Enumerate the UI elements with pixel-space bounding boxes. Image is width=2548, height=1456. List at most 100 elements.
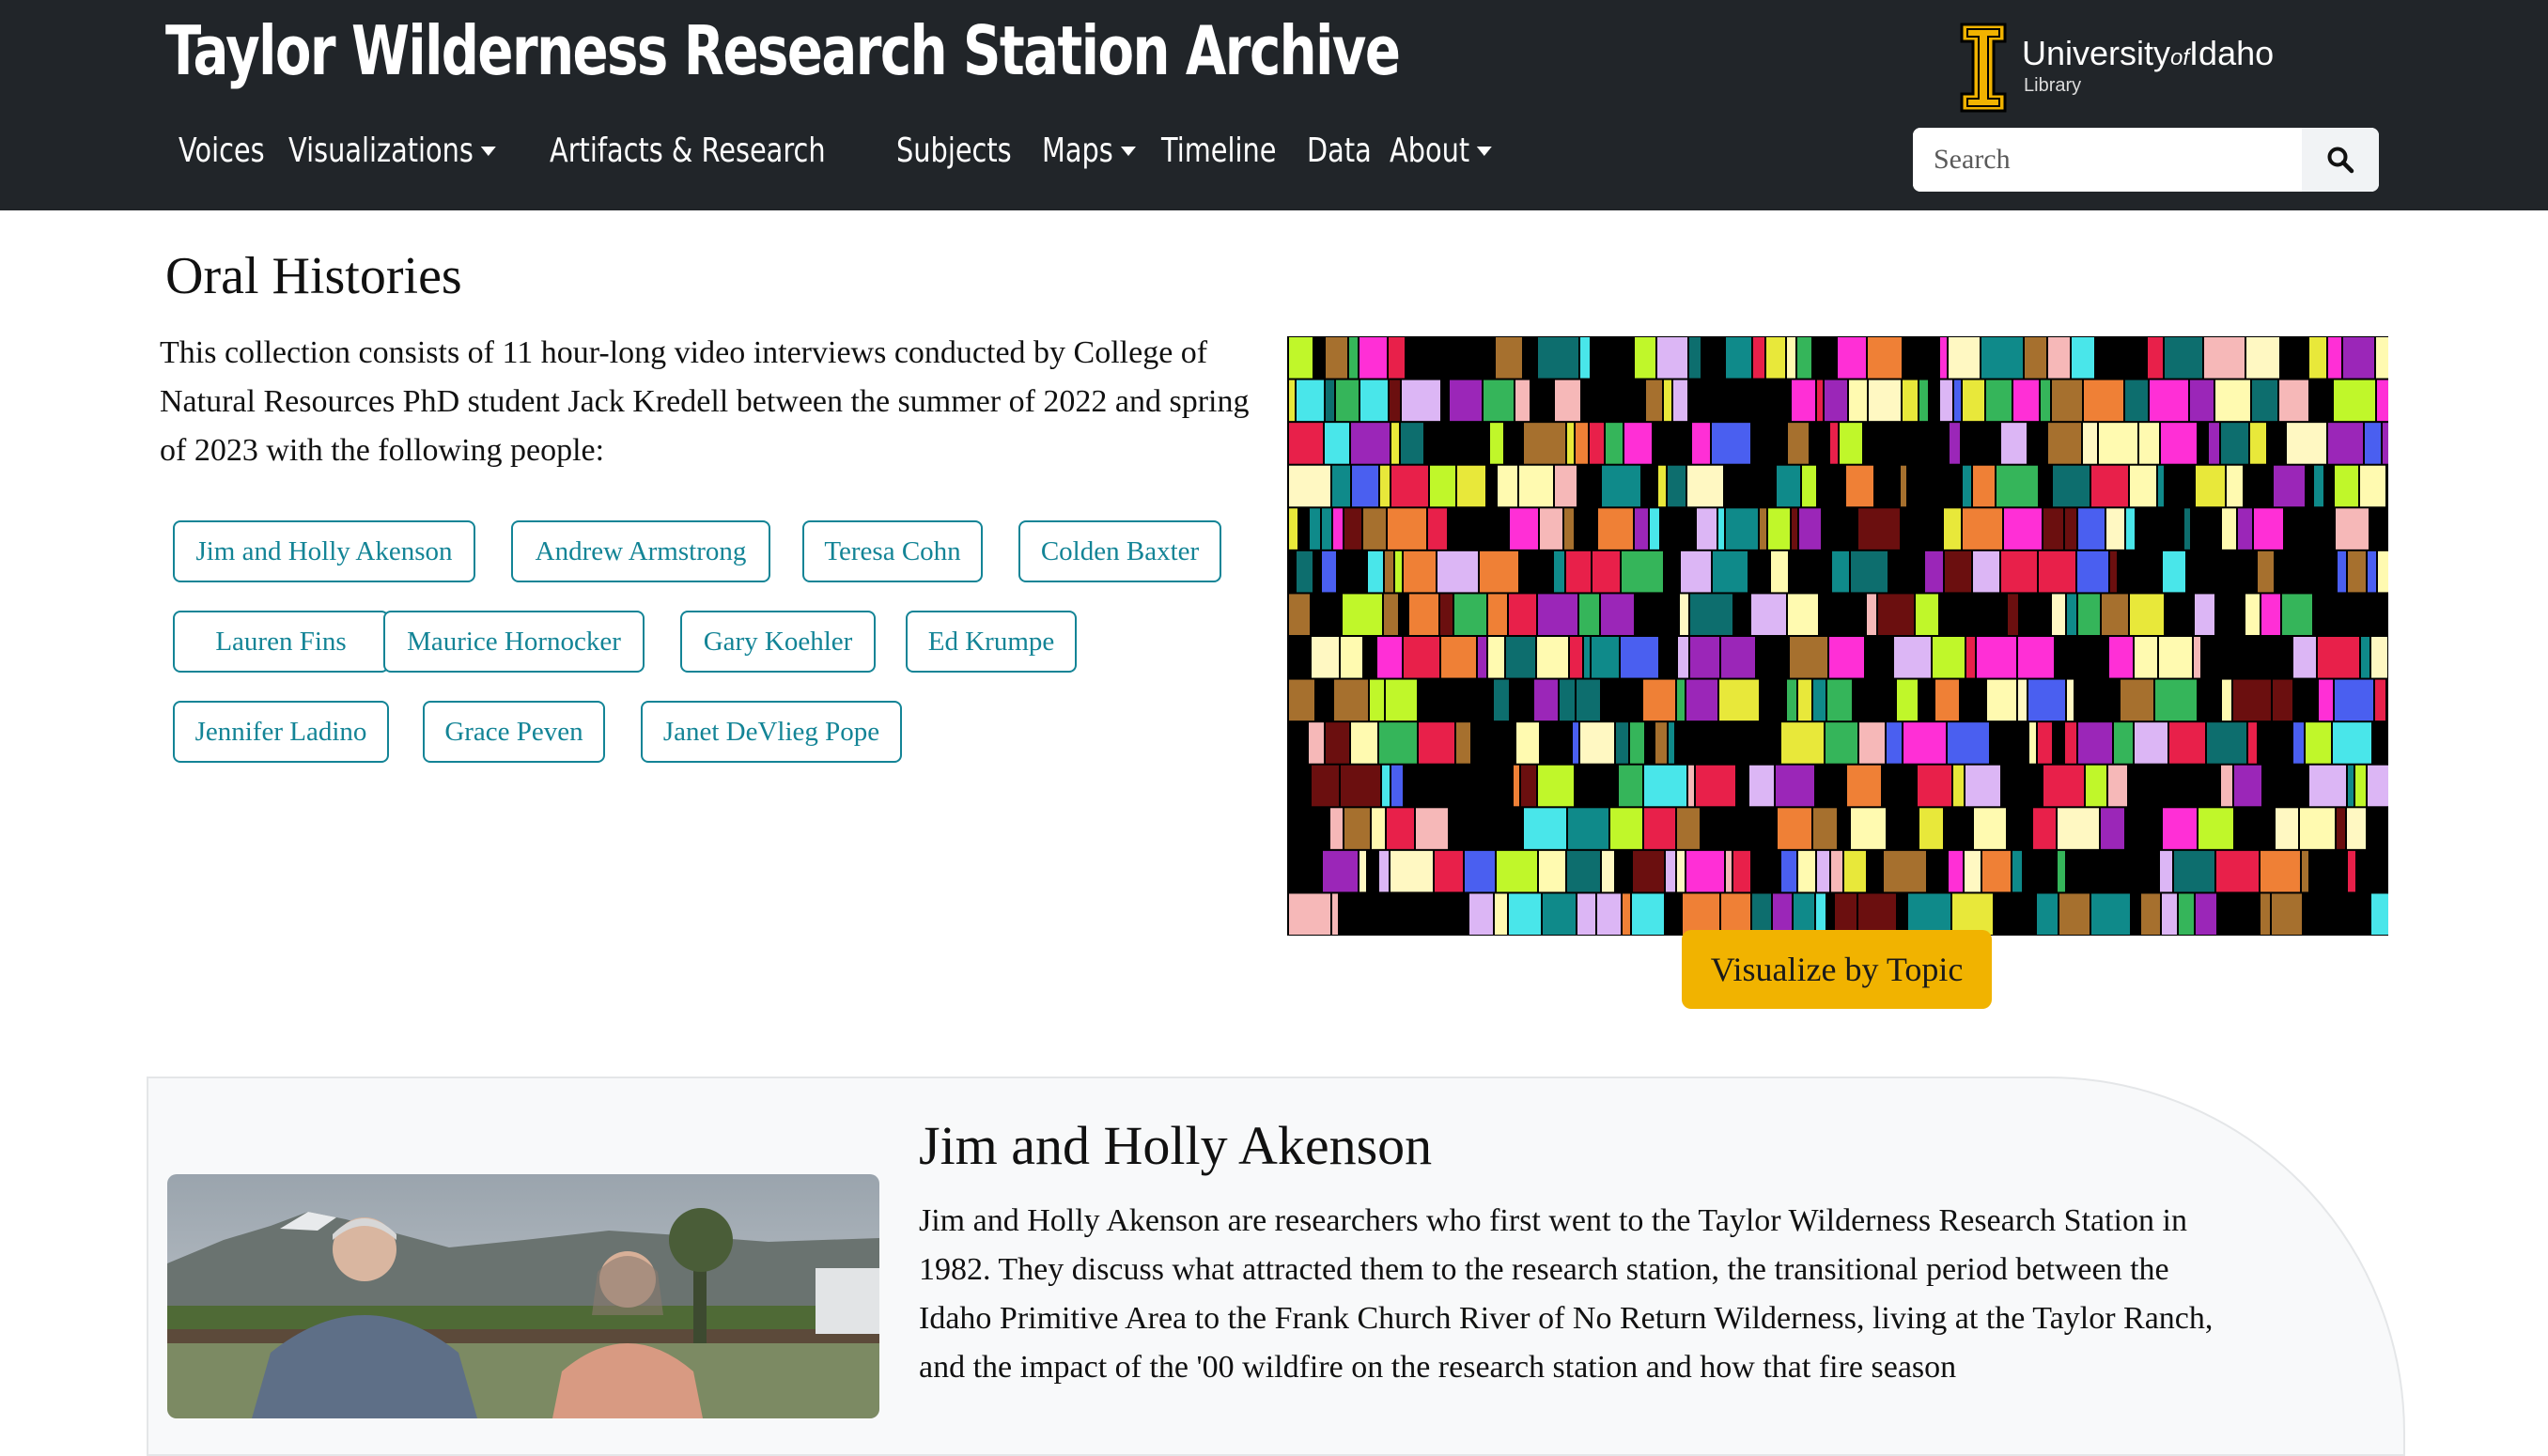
topic-segment[interactable] bbox=[1665, 550, 1679, 593]
topic-segment[interactable] bbox=[1487, 465, 1496, 507]
topic-segment[interactable] bbox=[1726, 379, 1737, 422]
topic-segment[interactable] bbox=[2002, 765, 2042, 807]
topic-segment[interactable] bbox=[1986, 379, 2012, 422]
topic-segment[interactable] bbox=[2209, 423, 2219, 464]
topic-segment[interactable] bbox=[1897, 679, 1918, 721]
topic-segment[interactable] bbox=[1531, 379, 1543, 422]
topic-segment[interactable] bbox=[2294, 679, 2317, 721]
topic-segment[interactable] bbox=[2102, 594, 2128, 635]
topic-segment[interactable] bbox=[2192, 508, 2220, 550]
topic-segment[interactable] bbox=[1646, 379, 1662, 422]
topic-segment[interactable] bbox=[1606, 423, 1623, 464]
topic-segment[interactable] bbox=[1830, 423, 1838, 464]
topic-segment[interactable] bbox=[1368, 850, 1377, 892]
topic-segment[interactable] bbox=[2261, 850, 2300, 892]
topic-segment[interactable] bbox=[1384, 594, 1398, 635]
topic-segment[interactable] bbox=[1757, 637, 1788, 678]
topic-segment[interactable] bbox=[2281, 337, 2307, 379]
topic-segment[interactable] bbox=[1457, 423, 1488, 464]
topic-segment[interactable] bbox=[1954, 379, 1961, 422]
topic-segment[interactable] bbox=[1721, 637, 1755, 678]
topic-segment[interactable] bbox=[1940, 337, 1947, 379]
topic-segment[interactable] bbox=[2257, 637, 2292, 678]
topic-segment[interactable] bbox=[1570, 637, 1582, 678]
topic-segment[interactable] bbox=[2202, 637, 2244, 678]
topic-segment[interactable] bbox=[1827, 893, 1833, 935]
topic-segment[interactable] bbox=[1903, 337, 1914, 379]
topic-segment[interactable] bbox=[2018, 679, 2027, 721]
topic-segment[interactable] bbox=[2307, 465, 2312, 507]
topic-segment[interactable] bbox=[2039, 550, 2075, 593]
topic-segment[interactable] bbox=[1818, 465, 1844, 507]
topic-segment[interactable] bbox=[2310, 850, 2346, 892]
topic-segment[interactable] bbox=[1867, 594, 1876, 635]
nav-voices[interactable]: Voices bbox=[179, 132, 265, 170]
topic-segment[interactable] bbox=[2135, 722, 2167, 764]
topic-segment[interactable] bbox=[2138, 850, 2146, 892]
topic-segment[interactable] bbox=[2150, 379, 2188, 422]
topic-segment[interactable] bbox=[1521, 765, 1536, 807]
nav-visualizations[interactable]: Visualizations bbox=[288, 132, 496, 170]
topic-segment[interactable] bbox=[1567, 850, 1600, 892]
topic-segment[interactable] bbox=[1341, 637, 1362, 678]
topic-segment[interactable] bbox=[1771, 550, 1788, 593]
topic-segment[interactable] bbox=[2279, 379, 2308, 422]
topic-segment[interactable] bbox=[2300, 808, 2335, 849]
topic-segment[interactable] bbox=[1945, 808, 1972, 849]
topic-segment[interactable] bbox=[1578, 465, 1600, 507]
topic-segment[interactable] bbox=[1835, 893, 1857, 935]
topic-segment[interactable] bbox=[1668, 465, 1686, 507]
topic-segment[interactable] bbox=[1597, 893, 1621, 935]
topic-segment[interactable] bbox=[2043, 765, 2084, 807]
topic-segment[interactable] bbox=[2309, 765, 2346, 807]
topic-segment[interactable] bbox=[1884, 850, 1926, 892]
topic-segment[interactable] bbox=[1869, 379, 1901, 422]
topic-segment[interactable] bbox=[1389, 337, 1405, 379]
topic-segment[interactable] bbox=[1933, 637, 1965, 678]
topic-segment[interactable] bbox=[1391, 465, 1428, 507]
topic-segment[interactable] bbox=[1601, 594, 1634, 635]
topic-segment[interactable] bbox=[1330, 808, 1343, 849]
topic-segment[interactable] bbox=[2371, 637, 2387, 678]
topic-segment[interactable] bbox=[1945, 550, 1971, 593]
topic-segment[interactable] bbox=[2328, 337, 2341, 379]
topic-segment[interactable] bbox=[1766, 808, 1776, 849]
topic-segment[interactable] bbox=[1368, 550, 1383, 593]
topic-segment[interactable] bbox=[1901, 465, 1906, 507]
topic-segment[interactable] bbox=[2028, 423, 2046, 464]
topic-segment[interactable] bbox=[1690, 637, 1719, 678]
topic-segment[interactable] bbox=[1903, 722, 1946, 764]
topic-segment[interactable] bbox=[2209, 550, 2228, 593]
person-button-ed-krumpe[interactable]: Ed Krumpe bbox=[906, 611, 1077, 673]
topic-segment[interactable] bbox=[1440, 594, 1453, 635]
topic-segment[interactable] bbox=[1644, 765, 1686, 807]
topic-segment[interactable] bbox=[2086, 637, 2107, 678]
topic-segment[interactable] bbox=[2020, 594, 2050, 635]
topic-segment[interactable] bbox=[1540, 508, 1562, 550]
topic-segment[interactable] bbox=[1435, 679, 1453, 721]
topic-segment[interactable] bbox=[2292, 765, 2307, 807]
topic-segment[interactable] bbox=[1712, 808, 1724, 849]
topic-segment[interactable] bbox=[1831, 850, 1842, 892]
topic-segment[interactable] bbox=[2048, 423, 2081, 464]
topic-segment[interactable] bbox=[1752, 423, 1761, 464]
topic-segment[interactable] bbox=[2314, 465, 2323, 507]
topic-segment[interactable] bbox=[2008, 808, 2031, 849]
topic-segment[interactable] bbox=[2241, 893, 2259, 935]
topic-segment[interactable] bbox=[2078, 722, 2112, 764]
topic-segment[interactable] bbox=[2077, 550, 2108, 593]
topic-segment[interactable] bbox=[2043, 508, 2063, 550]
topic-segment[interactable] bbox=[1580, 722, 1614, 764]
topic-segment[interactable] bbox=[2336, 508, 2369, 550]
topic-segment[interactable] bbox=[2058, 808, 2099, 849]
topic-segment[interactable] bbox=[2335, 679, 2373, 721]
person-button-gary-koehler[interactable]: Gary Koehler bbox=[680, 611, 876, 673]
topic-segment[interactable] bbox=[1391, 893, 1397, 935]
topic-segment[interactable] bbox=[2125, 379, 2148, 422]
topic-segment[interactable] bbox=[1661, 508, 1695, 550]
topic-segment[interactable] bbox=[2135, 637, 2157, 678]
topic-segment[interactable] bbox=[1949, 850, 1963, 892]
topic-segment[interactable] bbox=[2161, 423, 2197, 464]
topic-segment[interactable] bbox=[2227, 465, 2243, 507]
topic-segment[interactable] bbox=[1840, 423, 1862, 464]
